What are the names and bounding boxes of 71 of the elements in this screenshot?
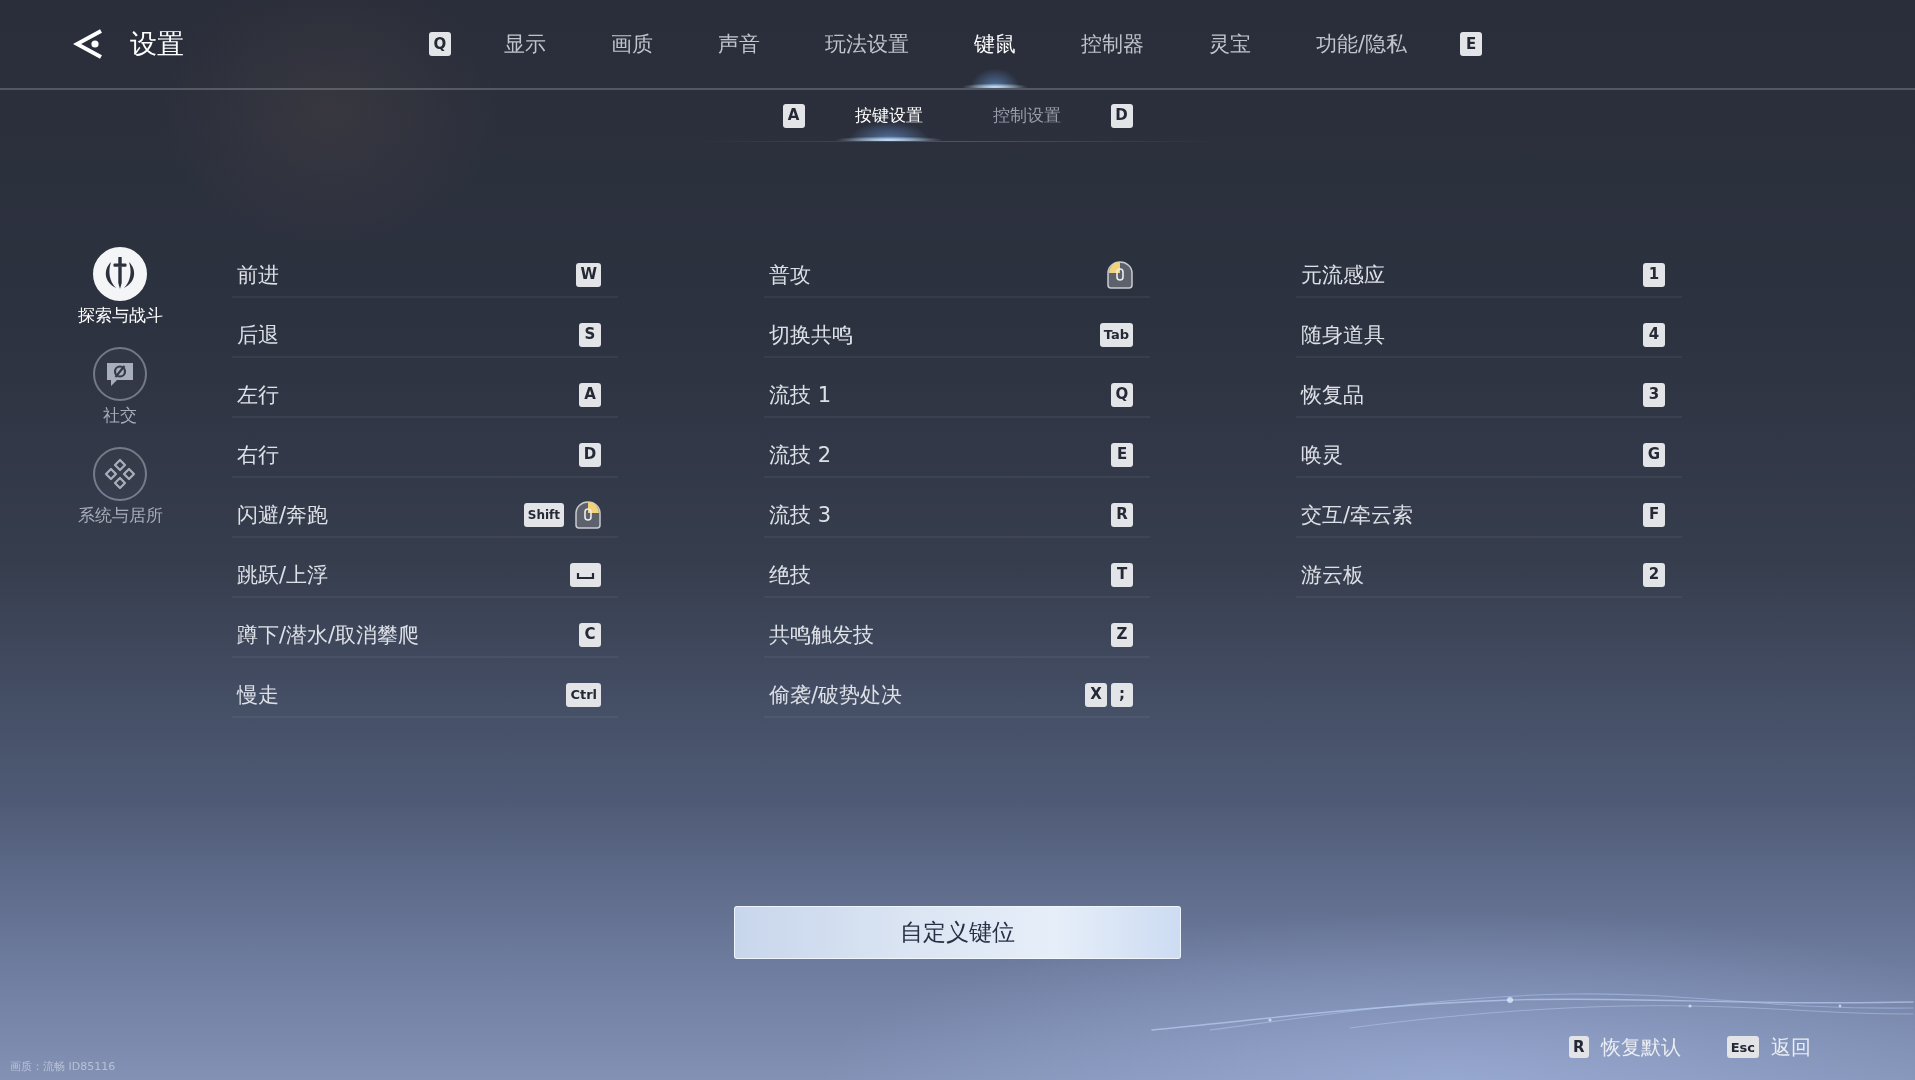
- footer-action-button[interactable]: Esc 返回: [1726, 1032, 1811, 1062]
- tab[interactable]: 灵宝: [1197, 0, 1263, 88]
- subtab[interactable]: 控制设置: [972, 90, 1081, 141]
- keycap: F: [1643, 502, 1665, 527]
- action-label: 后退: [237, 321, 279, 349]
- action-label: 流技 2: [769, 441, 832, 469]
- customize-keys-button[interactable]: 自定义键位: [734, 906, 1181, 959]
- page-title: 设置: [130, 27, 184, 61]
- keycap: A: [782, 103, 805, 128]
- action-label: 普攻: [769, 261, 811, 289]
- action-label: 蹲下/潜水/取消攀爬: [237, 621, 420, 649]
- action-label: 随身道具: [1301, 321, 1385, 349]
- action-label: 流技 3: [769, 501, 832, 529]
- tab[interactable]: 玩法设置: [813, 0, 921, 88]
- keycap: R: [1568, 1036, 1589, 1058]
- action-label: 绝技: [769, 561, 811, 589]
- keycap: Shift: [523, 502, 564, 527]
- tab[interactable]: 功能/隐私: [1304, 0, 1420, 88]
- tab[interactable]: 画质: [599, 0, 665, 88]
- action-label: 游云板: [1301, 561, 1364, 589]
- action-label: 跳跃/上浮: [237, 561, 329, 589]
- keycap: ;: [1111, 682, 1133, 707]
- action-label: 前进: [237, 261, 279, 289]
- keycap: G: [1643, 442, 1665, 467]
- keycap: E: [1460, 32, 1483, 56]
- tab[interactable]: 键鼠: [962, 0, 1028, 88]
- keycap: R: [1111, 502, 1133, 527]
- action-label: 偷袭/破势处决: [769, 681, 903, 709]
- keycap: Esc: [1726, 1036, 1759, 1058]
- subtab[interactable]: 按键设置: [834, 90, 943, 141]
- keycap: T: [1111, 562, 1133, 587]
- keycap: 2: [1643, 562, 1665, 587]
- category-item[interactable]: 社交: [93, 347, 147, 426]
- category-item[interactable]: 系统与居所: [77, 447, 163, 526]
- footer-action-button[interactable]: R 恢复默认: [1568, 1032, 1681, 1062]
- keycap: 4: [1643, 322, 1665, 347]
- action-label: 共鸣触发技: [769, 621, 874, 649]
- sword-emblem-icon: [93, 247, 147, 301]
- action-label: 流技 1: [769, 381, 832, 409]
- keycap: Tab: [1099, 322, 1133, 347]
- spacebar-icon: [570, 562, 601, 587]
- action-label: 元流感应: [1301, 261, 1385, 289]
- tab[interactable]: 显示: [492, 0, 558, 88]
- keycap: S: [579, 322, 601, 347]
- action-label: 交互/牵云索: [1301, 501, 1414, 529]
- action-label: 右行: [237, 441, 279, 469]
- keycap: Q: [1111, 382, 1133, 407]
- keycap: 1: [1643, 262, 1665, 287]
- category-item[interactable]: 探索与战斗: [77, 247, 163, 326]
- action-label: 闪避/奔跑: [237, 501, 329, 529]
- action-label: 慢走: [237, 681, 279, 709]
- keycap: X: [1085, 682, 1107, 707]
- tab[interactable]: 控制器: [1069, 0, 1156, 88]
- keycap: C: [579, 622, 601, 647]
- action-label: 唤灵: [1301, 441, 1343, 469]
- action-label: 恢复品: [1301, 381, 1364, 409]
- keycap: Ctrl: [566, 682, 601, 707]
- keycap: E: [1111, 442, 1133, 467]
- action-label: 左行: [237, 381, 279, 409]
- keycap: D: [1110, 103, 1133, 128]
- action-label: 切换共鸣: [769, 321, 853, 349]
- tab[interactable]: 声音: [706, 0, 772, 88]
- back-icon[interactable]: [73, 28, 104, 60]
- keycap: A: [579, 382, 601, 407]
- chat-bubble-icon: [93, 347, 147, 401]
- keycap: 3: [1643, 382, 1665, 407]
- keycap: Q: [429, 32, 451, 56]
- keycap: W: [576, 262, 601, 287]
- keycap: D: [579, 442, 601, 467]
- keycap: Z: [1111, 622, 1133, 647]
- diamonds-icon: [93, 447, 147, 501]
